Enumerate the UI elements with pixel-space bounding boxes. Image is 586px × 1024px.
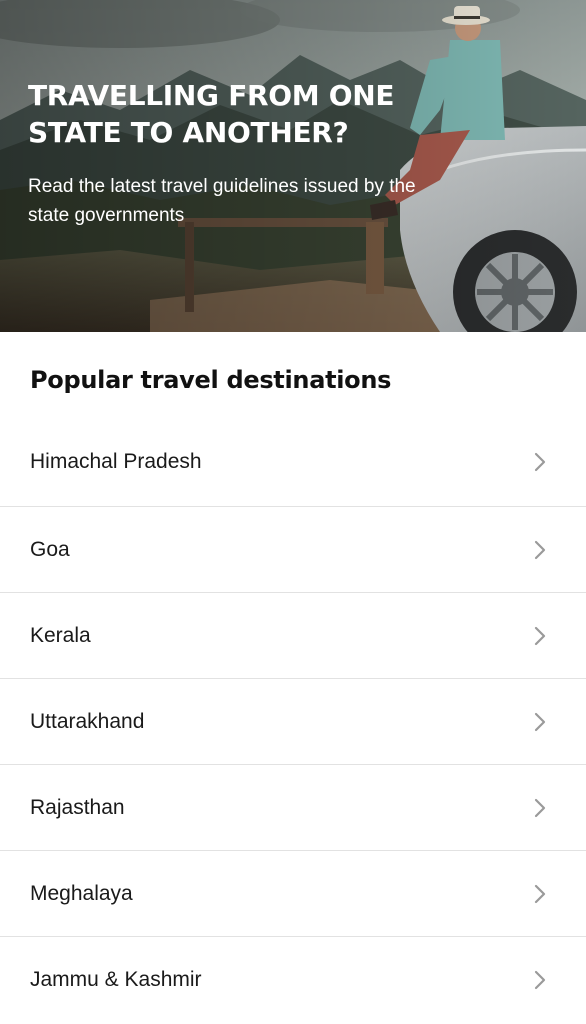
destination-label: Rajasthan bbox=[30, 795, 125, 819]
destination-item-jammu-kashmir[interactable]: Jammu & Kashmir bbox=[0, 936, 586, 1022]
banner-subline-line2: state governments bbox=[28, 205, 185, 226]
travel-guidelines-banner[interactable]: TRAVELLING FROM ONE STATE TO ANOTHER? Re… bbox=[0, 0, 586, 332]
destination-label: Uttarakhand bbox=[30, 709, 145, 733]
chevron-right-icon bbox=[534, 798, 546, 817]
destination-item-goa[interactable]: Goa bbox=[0, 506, 586, 592]
banner-headline-line2: STATE TO ANOTHER? bbox=[28, 116, 349, 149]
destination-item-kerala[interactable]: Kerala bbox=[0, 592, 586, 678]
destination-label: Meghalaya bbox=[30, 881, 133, 905]
chevron-right-icon bbox=[534, 626, 546, 645]
banner-headline-line1: TRAVELLING FROM ONE bbox=[28, 79, 395, 112]
chevron-right-icon bbox=[534, 452, 546, 472]
banner-overlay bbox=[0, 0, 586, 332]
chevron-right-icon bbox=[534, 712, 546, 731]
chevron-right-icon bbox=[534, 884, 546, 903]
banner-subline-line1: Read the latest travel guidelines issued… bbox=[28, 176, 416, 197]
destinations-list: Himachal Pradesh Goa Kerala Uttarakhand … bbox=[0, 428, 586, 1022]
destination-label: Goa bbox=[30, 537, 70, 561]
destination-label: Kerala bbox=[30, 623, 91, 647]
destination-label: Jammu & Kashmir bbox=[30, 967, 202, 991]
section-title: Popular travel destinations bbox=[30, 366, 392, 394]
banner-subline: Read the latest travel guidelines issued… bbox=[28, 172, 498, 230]
destination-item-meghalaya[interactable]: Meghalaya bbox=[0, 850, 586, 936]
destination-item-himachal-pradesh[interactable]: Himachal Pradesh bbox=[0, 428, 586, 506]
destination-item-uttarakhand[interactable]: Uttarakhand bbox=[0, 678, 586, 764]
chevron-right-icon bbox=[534, 540, 546, 559]
chevron-right-icon bbox=[534, 970, 546, 989]
destination-item-rajasthan[interactable]: Rajasthan bbox=[0, 764, 586, 850]
banner-headline: TRAVELLING FROM ONE STATE TO ANOTHER? bbox=[28, 77, 448, 151]
destination-label: Himachal Pradesh bbox=[30, 450, 202, 473]
